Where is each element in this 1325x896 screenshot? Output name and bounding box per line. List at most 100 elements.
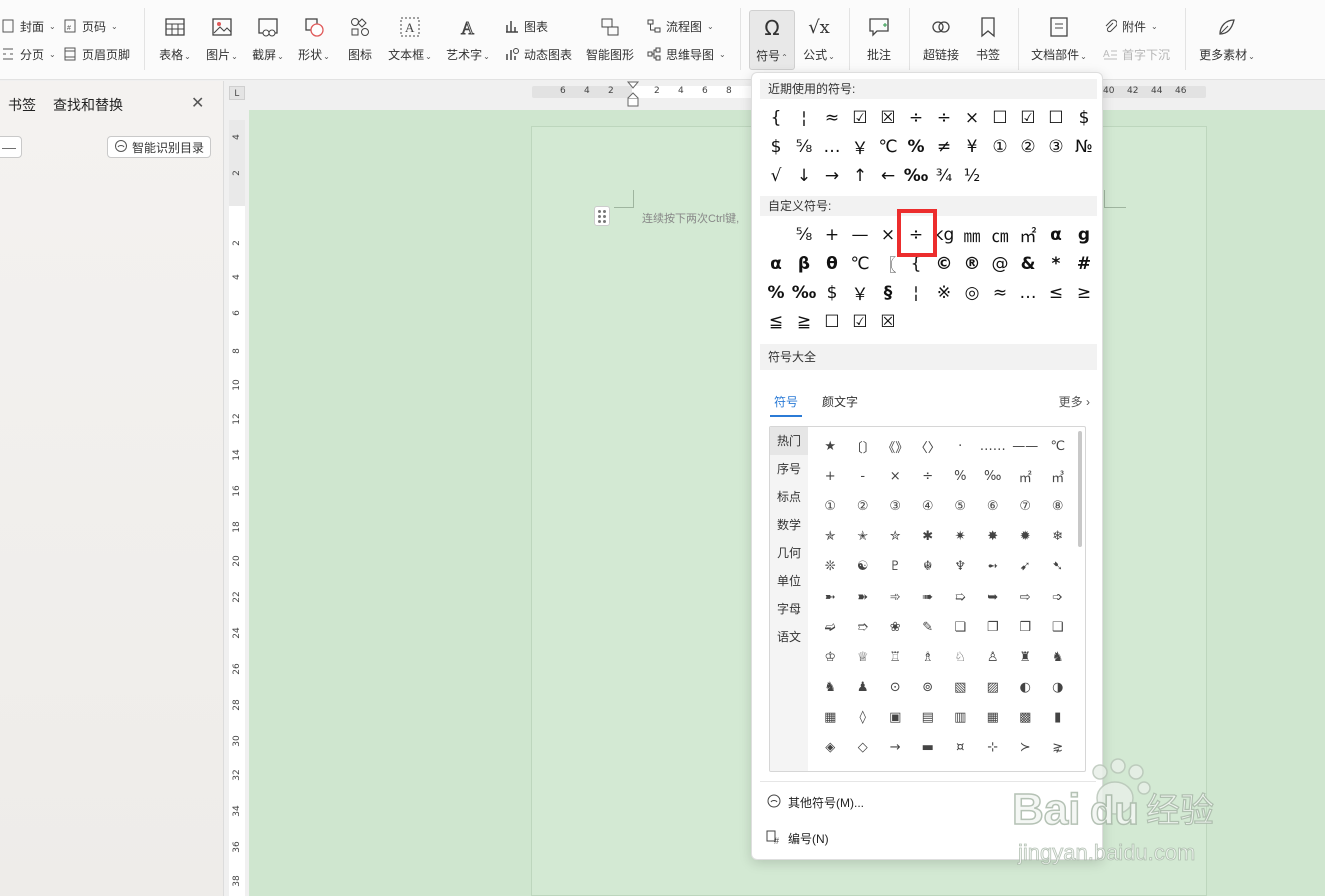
symbol-cell[interactable]: ☐ (1042, 103, 1070, 132)
library-symbol-cell[interactable]: ▮ (1042, 703, 1075, 733)
library-symbol-cell[interactable]: ❄ (1042, 522, 1075, 552)
symbol-cell[interactable]: ← (874, 161, 902, 190)
library-symbol-cell[interactable]: ♗ (912, 642, 945, 672)
library-symbol-cell[interactable]: × (879, 461, 912, 491)
symbol-button[interactable]: Ω 符号⌃ (749, 10, 795, 70)
symbol-cell[interactable]: ≈ (818, 103, 846, 132)
library-symbol-cell[interactable]: ❐ (977, 612, 1010, 642)
library-symbol-cell[interactable]: ❑ (1042, 612, 1075, 642)
library-symbol-cell[interactable]: ☯ (847, 552, 880, 582)
symbol-cell[interactable]: ≧ (790, 307, 818, 336)
symbol-cell[interactable]: ㎝ (986, 220, 1014, 249)
symbol-cell[interactable]: @ (986, 249, 1014, 278)
library-symbol-cell[interactable]: ÷ (912, 461, 945, 491)
symbol-cell[interactable]: ※ (930, 278, 958, 307)
symbol-cell[interactable]: ‰ (790, 278, 818, 307)
library-symbol-cell[interactable]: ℃ (1042, 431, 1075, 461)
library-symbol-cell[interactable]: ➥ (977, 582, 1010, 612)
tab-kaomoji[interactable]: 颜文字 (822, 393, 858, 417)
library-symbol-cell[interactable]: ➷ (1042, 552, 1075, 582)
symbol-cell[interactable]: ÷ (930, 103, 958, 132)
library-symbol-cell[interactable]: 《》 (879, 431, 912, 461)
library-symbol-cell[interactable]: ◊ (847, 703, 880, 733)
more-link[interactable]: 更多 › (1059, 393, 1090, 410)
bookmark-button[interactable]: 书签 (968, 14, 1008, 63)
symbol-cell[interactable]: $ (818, 278, 846, 307)
category-item[interactable]: 单位 (770, 567, 808, 595)
indent-marker-icon[interactable] (626, 80, 640, 110)
page-number-button[interactable]: # 页码 ⌄ (62, 16, 118, 36)
symbol-cell[interactable]: ☒ (874, 103, 902, 132)
library-symbol-cell[interactable]: ✸ (977, 522, 1010, 552)
library-symbol-cell[interactable]: ♆ (944, 552, 977, 582)
library-symbol-cell[interactable]: ‰ (977, 461, 1010, 491)
textbox-button[interactable]: A 文本框⌄ (386, 14, 434, 63)
hyperlink-button[interactable]: 超链接 (918, 14, 964, 63)
library-symbol-cell[interactable]: ▣ (879, 703, 912, 733)
library-symbol-cell[interactable]: ♘ (944, 642, 977, 672)
symbol-cell[interactable]: … (1014, 278, 1042, 307)
library-symbol-cell[interactable]: ▧ (944, 673, 977, 703)
library-symbol-cell[interactable]: ➫ (814, 612, 847, 642)
symbol-cell[interactable]: % (902, 132, 930, 161)
library-symbol-cell[interactable]: ♕ (847, 642, 880, 672)
symbol-cell[interactable]: α (762, 249, 790, 278)
library-symbol-cell[interactable]: ◑ (1042, 673, 1075, 703)
library-symbol-cell[interactable]: ❒ (1009, 612, 1042, 642)
library-symbol-cell[interactable]: 〈〉 (912, 431, 945, 461)
library-symbol-cell[interactable]: ➼ (814, 582, 847, 612)
symbol-cell[interactable]: → (818, 161, 846, 190)
library-symbol-cell[interactable]: + (814, 461, 847, 491)
library-symbol-cell[interactable]: - (847, 461, 880, 491)
symbol-cell[interactable]: ☑ (1014, 103, 1042, 132)
symbol-cell[interactable]: ≥ (1070, 278, 1098, 307)
symbol-cell[interactable]: % (762, 278, 790, 307)
library-symbol-cell[interactable]: ▦ (814, 703, 847, 733)
library-symbol-cell[interactable]: ❀ (879, 612, 912, 642)
library-symbol-cell[interactable]: ☬ (912, 552, 945, 582)
flowchart-button[interactable]: 流程图 ⌄ (646, 16, 714, 36)
library-symbol-cell[interactable]: ➾ (879, 582, 912, 612)
symbol-cell[interactable]: ¥ (958, 132, 986, 161)
library-symbol-cell[interactable]: ♇ (879, 552, 912, 582)
symbol-cell[interactable]: ② (1014, 132, 1042, 161)
library-symbol-cell[interactable]: ⑧ (1042, 491, 1075, 521)
library-symbol-cell[interactable]: ★ (814, 431, 847, 461)
library-symbol-cell[interactable]: ⑤ (944, 491, 977, 521)
library-symbol-cell[interactable]: ➠ (912, 582, 945, 612)
symbol-cell[interactable]: ½ (958, 161, 986, 190)
library-symbol-cell[interactable]: ✮ (879, 522, 912, 552)
library-symbol-cell[interactable]: ⇨ (1009, 582, 1042, 612)
library-symbol-cell[interactable]: ♔ (814, 642, 847, 672)
tab-bookmarks[interactable]: 书签 (8, 95, 36, 115)
library-symbol-cell[interactable]: ▥ (944, 703, 977, 733)
symbol-cell[interactable]: № (1070, 132, 1098, 161)
library-symbol-cell[interactable]: ➱ (847, 612, 880, 642)
library-symbol-cell[interactable]: ✱ (912, 522, 945, 552)
library-symbol-cell[interactable]: ◇ (847, 733, 880, 763)
library-symbol-cell[interactable]: ✯ (814, 522, 847, 552)
library-symbol-cell[interactable]: → (879, 733, 912, 763)
symbol-cell[interactable]: ℃ (846, 249, 874, 278)
symbol-cell[interactable]: ￥ (846, 132, 874, 161)
symbol-cell[interactable]: ≦ (762, 307, 790, 336)
library-symbol-cell[interactable]: ✷ (944, 522, 977, 552)
symbol-cell[interactable]: ☑ (846, 307, 874, 336)
library-symbol-cell[interactable]: ③ (879, 491, 912, 521)
shape-button[interactable]: 形状⌄ (294, 14, 334, 63)
library-symbol-cell[interactable]: ➽ (847, 582, 880, 612)
library-symbol-cell[interactable]: ✎ (912, 612, 945, 642)
cover-button[interactable]: 封面 ⌄ (0, 16, 56, 36)
library-symbol-cell[interactable]: ❏ (944, 612, 977, 642)
symbol-cell[interactable]: ® (958, 249, 986, 278)
category-item[interactable]: 语文 (770, 623, 808, 651)
drag-handle-icon[interactable] (594, 206, 610, 226)
library-symbol-cell[interactable]: ⊚ (912, 673, 945, 703)
header-footer-button[interactable]: 页眉页脚 (62, 44, 130, 64)
library-symbol-cell[interactable]: ♖ (879, 642, 912, 672)
library-symbol-cell[interactable]: ➻ (977, 552, 1010, 582)
symbol-cell[interactable]: ③ (1042, 132, 1070, 161)
library-symbol-cell[interactable]: ▨ (977, 673, 1010, 703)
symbol-cell[interactable]: — (846, 220, 874, 249)
doc-parts-button[interactable]: 文档部件⌄ (1028, 14, 1090, 63)
